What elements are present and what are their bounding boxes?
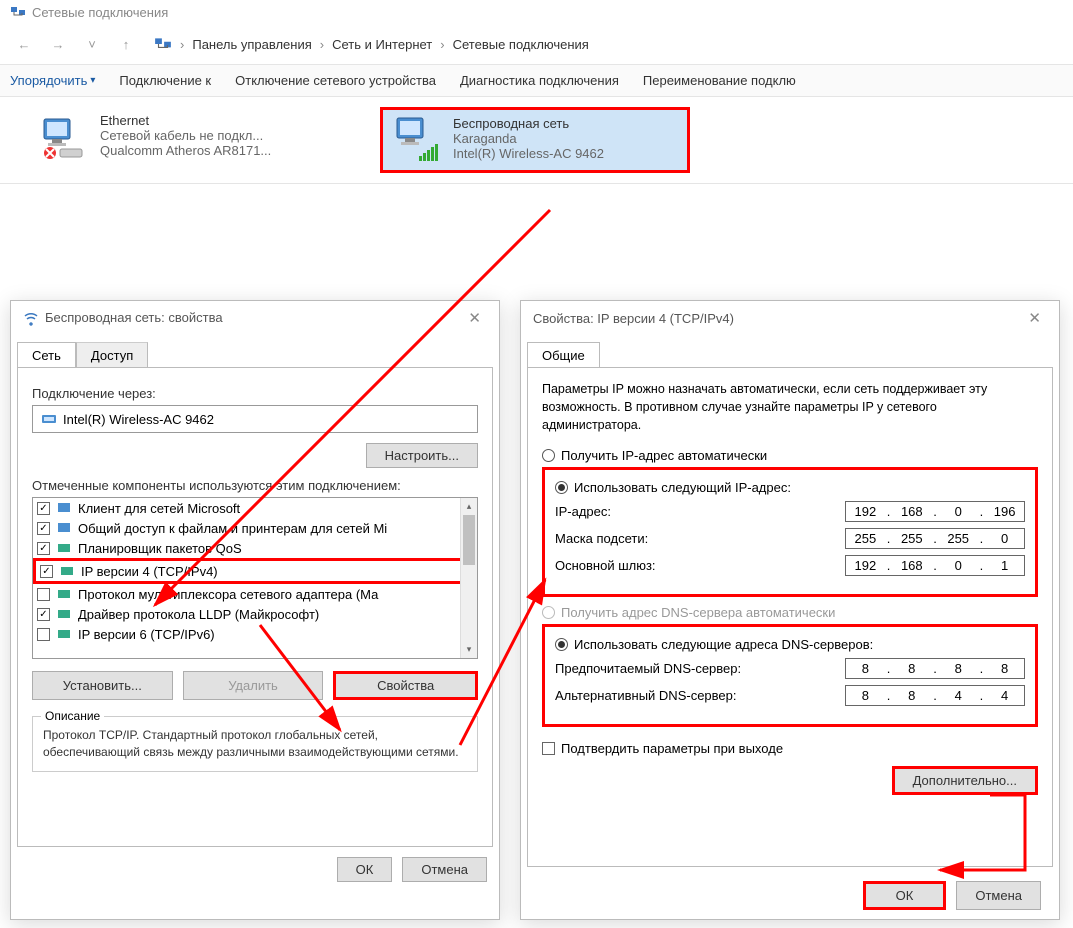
ethernet-item[interactable]: Ethernet Сетевой кабель не подкл... Qual… — [30, 107, 340, 173]
device-name: Intel(R) Wireless-AC 9462 — [63, 412, 214, 427]
install-button[interactable]: Установить... — [32, 671, 173, 700]
tab-general[interactable]: Общие — [527, 342, 600, 368]
checkbox[interactable]: ✓ — [37, 542, 50, 555]
checkbox[interactable]: ✓ — [37, 522, 50, 535]
ok-button[interactable]: ОК — [337, 857, 393, 882]
explorer-window: Сетевые подключения ← → ˅ ↑ › Панель упр… — [0, 0, 1073, 184]
connection-device: Intel(R) Wireless-AC 9462 — [453, 146, 604, 161]
client-icon — [56, 500, 72, 516]
scrollbar[interactable]: ▴▾ — [460, 498, 477, 658]
ip-input[interactable]: 192.168.0.196 — [845, 501, 1025, 522]
tab-network[interactable]: Сеть — [17, 342, 76, 368]
connection-name: Ethernet — [100, 113, 271, 128]
connection-device: Qualcomm Atheros AR8171... — [100, 143, 271, 158]
dns2-input[interactable]: 8.8.4.4 — [845, 685, 1025, 706]
network-icon — [10, 4, 26, 20]
auto-dns-radio: Получить адрес DNS-сервера автоматически — [542, 605, 1038, 620]
connection-status: Karaganda — [453, 131, 604, 146]
gateway-input[interactable]: 192.168.0.1 — [845, 555, 1025, 576]
wifi-icon — [391, 116, 443, 164]
connect-menu[interactable]: Подключение к — [119, 73, 211, 88]
breadcrumb-item[interactable]: Панель управления — [192, 37, 311, 52]
cancel-button[interactable]: Отмена — [956, 881, 1041, 910]
validate-checkbox[interactable]: Подтвердить параметры при выходе — [542, 741, 1038, 756]
explorer-toolbar: Упорядочить▾ Подключение к Отключение се… — [0, 64, 1073, 97]
back-button[interactable]: ← — [10, 30, 38, 58]
cancel-button[interactable]: Отмена — [402, 857, 487, 882]
ipv4-properties-dialog: Свойства: IP версии 4 (TCP/IPv4) ✕ Общие… — [520, 300, 1060, 920]
qos-icon — [56, 540, 72, 556]
mask-input[interactable]: 255.255.255.0 — [845, 528, 1025, 549]
manual-ip-group: Использовать следующий IP-адрес: IP-адре… — [542, 467, 1038, 597]
info-paragraph: Параметры IP можно назначать автоматичес… — [542, 380, 1038, 434]
breadcrumb-item[interactable]: Сетевые подключения — [453, 37, 589, 52]
connection-name: Беспроводная сеть — [453, 116, 604, 131]
tab-panel: Подключение через: Intel(R) Wireless-AC … — [17, 367, 493, 847]
dialog-titlebar: Беспроводная сеть: свойства ✕ — [11, 301, 499, 335]
gateway-label: Основной шлюз: — [555, 558, 845, 573]
configure-button[interactable]: Настроить... — [366, 443, 478, 468]
advanced-button[interactable]: Дополнительно... — [892, 766, 1038, 795]
manual-dns-radio[interactable]: Использовать следующие адреса DNS-сервер… — [555, 637, 1025, 652]
adapter-icon — [41, 411, 57, 427]
connect-label: Подключение через: — [32, 386, 478, 401]
navbar: ← → ˅ ↑ › Панель управления › Сеть и Инт… — [0, 24, 1073, 64]
checkbox[interactable]: ✓ — [40, 565, 53, 578]
connections-list: Ethernet Сетевой кабель не подкл... Qual… — [0, 97, 1073, 183]
wifi-item[interactable]: Беспроводная сеть Karaganda Intel(R) Wir… — [380, 107, 690, 173]
manual-ip-radio[interactable]: Использовать следующий IP-адрес: — [555, 480, 1025, 495]
auto-ip-radio[interactable]: Получить IP-адрес автоматически — [542, 448, 1038, 463]
device-field[interactable]: Intel(R) Wireless-AC 9462 — [32, 405, 478, 433]
checkbox[interactable]: ✓ — [37, 502, 50, 515]
address-bar[interactable]: › Панель управления › Сеть и Интернет › … — [146, 31, 1063, 57]
dns1-input[interactable]: 8.8.8.8 — [845, 658, 1025, 679]
breadcrumb-item[interactable]: Сеть и Интернет — [332, 37, 432, 52]
close-button[interactable]: ✕ — [462, 309, 487, 327]
checkbox[interactable] — [37, 628, 50, 641]
protocol-icon — [56, 606, 72, 622]
history-button[interactable]: ˅ — [78, 30, 106, 58]
rename-action[interactable]: Переименование подклю — [643, 73, 796, 88]
dns2-label: Альтернативный DNS-сервер: — [555, 688, 845, 703]
close-button[interactable]: ✕ — [1022, 309, 1047, 327]
checkbox[interactable]: ✓ — [37, 608, 50, 621]
ip-label: IP-адрес: — [555, 504, 845, 519]
remove-button: Удалить — [183, 671, 324, 700]
dns1-label: Предпочитаемый DNS-сервер: — [555, 661, 845, 676]
mask-label: Маска подсети: — [555, 531, 845, 546]
wifi-icon — [23, 310, 39, 326]
up-button[interactable]: ↑ — [112, 30, 140, 58]
ok-button[interactable]: ОК — [863, 881, 947, 910]
protocol-icon — [59, 563, 75, 579]
protocol-icon — [56, 586, 72, 602]
connection-status: Сетевой кабель не подкл... — [100, 128, 271, 143]
organize-menu[interactable]: Упорядочить▾ — [10, 73, 95, 88]
description-title: Описание — [41, 709, 104, 723]
tab-access[interactable]: Доступ — [76, 342, 148, 368]
description-text: Протокол TCP/IP. Стандартный протокол гл… — [43, 727, 467, 761]
window-title: Сетевые подключения — [32, 5, 168, 20]
properties-button[interactable]: Свойства — [333, 671, 478, 700]
components-list[interactable]: ✓Клиент для сетей Microsoft ✓Общий досту… — [32, 497, 478, 659]
forward-button[interactable]: → — [44, 30, 72, 58]
adapter-properties-dialog: Беспроводная сеть: свойства ✕ Сеть Досту… — [10, 300, 500, 920]
dialog-title: Свойства: IP версии 4 (TCP/IPv4) — [533, 311, 734, 326]
checkbox[interactable] — [37, 588, 50, 601]
network-icon — [154, 35, 172, 53]
tab-panel: Параметры IP можно назначать автоматичес… — [527, 367, 1053, 867]
titlebar: Сетевые подключения — [0, 0, 1073, 24]
dialog-title: Беспроводная сеть: свойства — [45, 310, 223, 325]
dialog-titlebar: Свойства: IP версии 4 (TCP/IPv4) ✕ — [521, 301, 1059, 335]
ethernet-icon — [38, 113, 90, 161]
diagnose-action[interactable]: Диагностика подключения — [460, 73, 619, 88]
sharing-icon — [56, 520, 72, 536]
ipv4-item: ✓IP версии 4 (TCP/IPv4) — [33, 558, 477, 584]
protocol-icon — [56, 626, 72, 642]
disable-action[interactable]: Отключение сетевого устройства — [235, 73, 436, 88]
components-label: Отмеченные компоненты используются этим … — [32, 478, 478, 493]
manual-dns-group: Использовать следующие адреса DNS-сервер… — [542, 624, 1038, 727]
